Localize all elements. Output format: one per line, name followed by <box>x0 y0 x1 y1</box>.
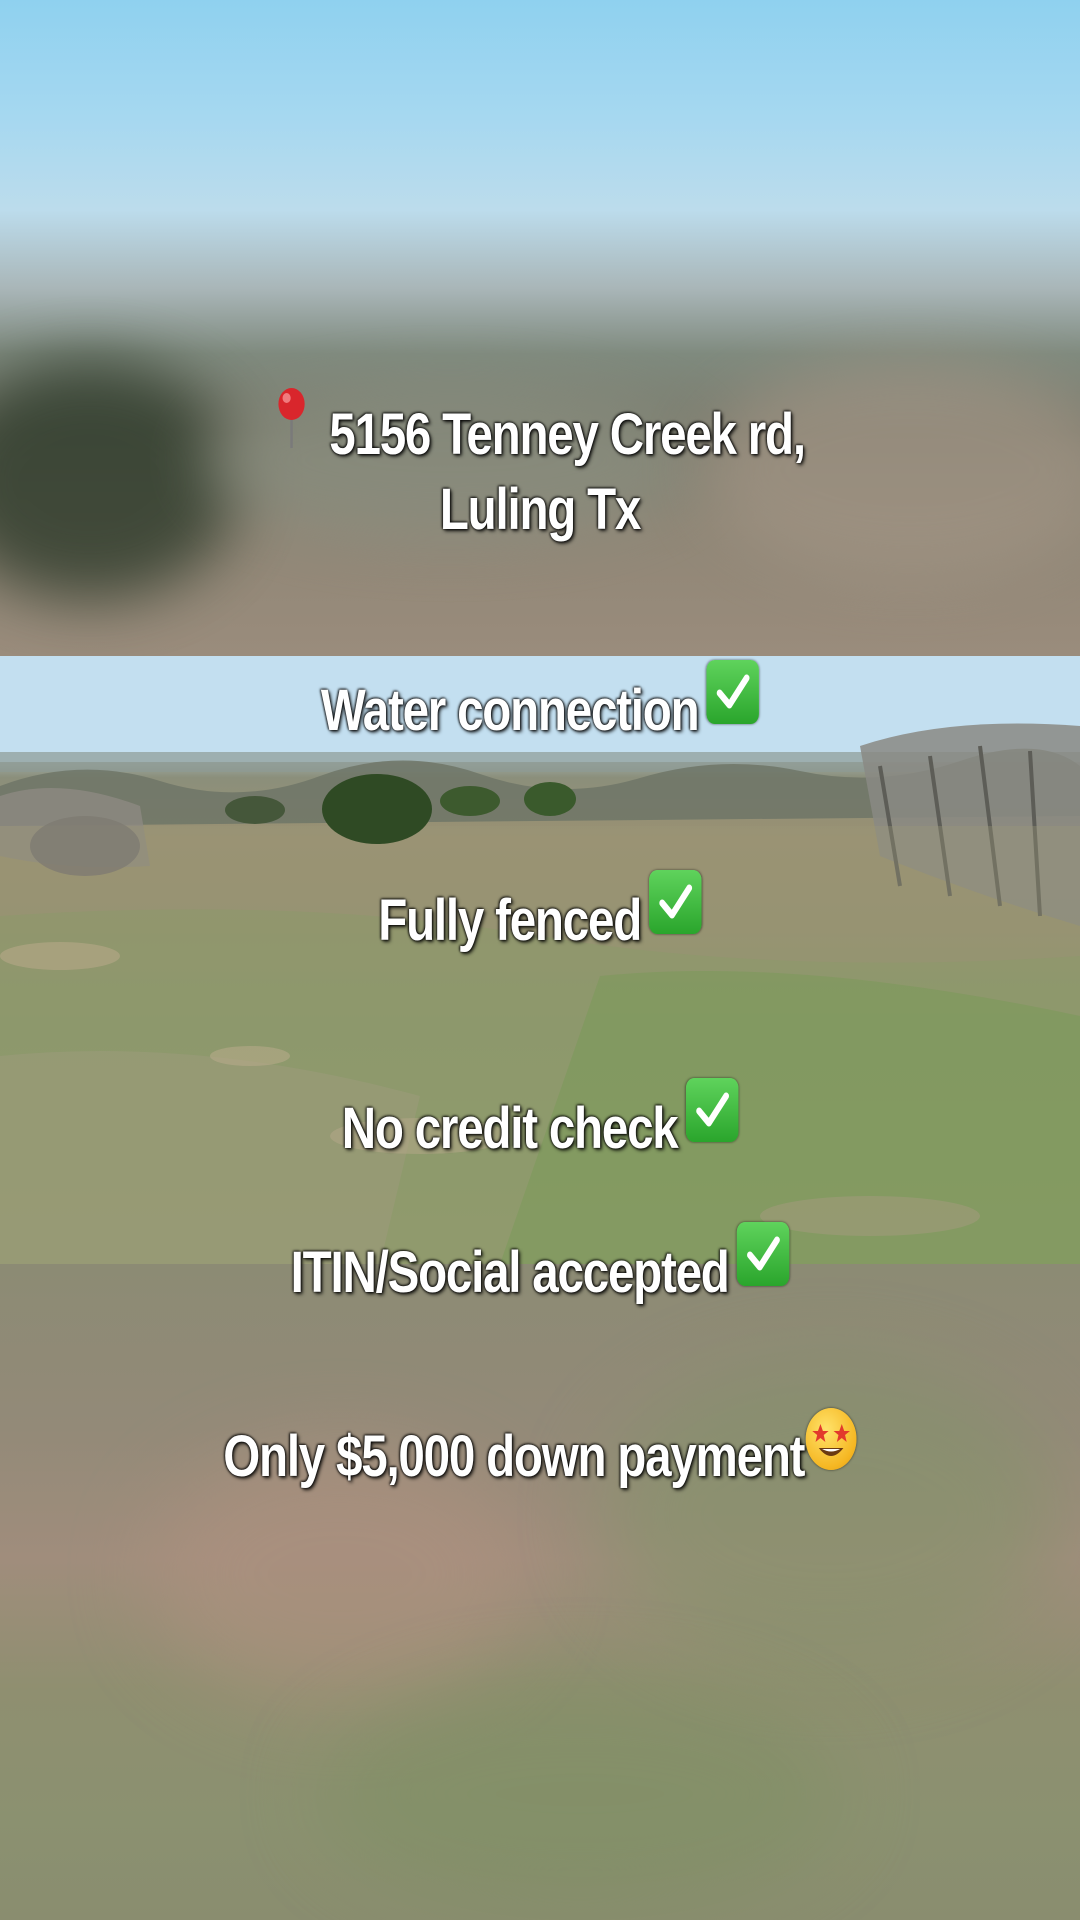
fully-fenced-text: Fully fenced <box>378 888 642 953</box>
itin-social-caption: ITIN/Social accepted <box>97 1222 983 1313</box>
round-pushpin-icon <box>275 386 308 450</box>
grass-blur-low <box>320 1684 840 1904</box>
down-payment-caption: Only $5,000 down payment <box>97 1408 983 1497</box>
check-mark-button-icon <box>736 1222 790 1286</box>
no-credit-check-caption: No credit check <box>97 1078 983 1169</box>
water-connection-caption: Water connection <box>97 660 983 751</box>
address-line-1: 5156 Tenney Creek rd, <box>97 388 983 475</box>
small-tree <box>440 786 500 816</box>
address-city: Luling Tx <box>439 477 642 542</box>
check-mark-button-icon <box>685 1078 739 1142</box>
top-blurred-background <box>0 0 1080 656</box>
no-credit-check-text: No credit check <box>341 1096 679 1161</box>
oak-tree <box>322 774 432 844</box>
down-payment-text: Only $5,000 down payment <box>223 1424 805 1489</box>
small-tree <box>524 782 576 816</box>
bare-tree <box>30 816 140 876</box>
bottom-blurred-background <box>0 1264 1080 1920</box>
water-connection-text: Water connection <box>320 678 700 743</box>
small-tree <box>225 796 285 824</box>
star-struck-face-icon <box>805 1408 857 1470</box>
itin-social-text: ITIN/Social accepted <box>290 1240 730 1305</box>
fully-fenced-caption: Fully fenced <box>97 870 983 961</box>
address-line-2: Luling Tx <box>97 470 983 550</box>
check-mark-button-icon <box>649 870 702 934</box>
address-street: 5156 Tenney Creek rd, <box>329 402 806 467</box>
check-mark-button-icon <box>706 660 760 724</box>
